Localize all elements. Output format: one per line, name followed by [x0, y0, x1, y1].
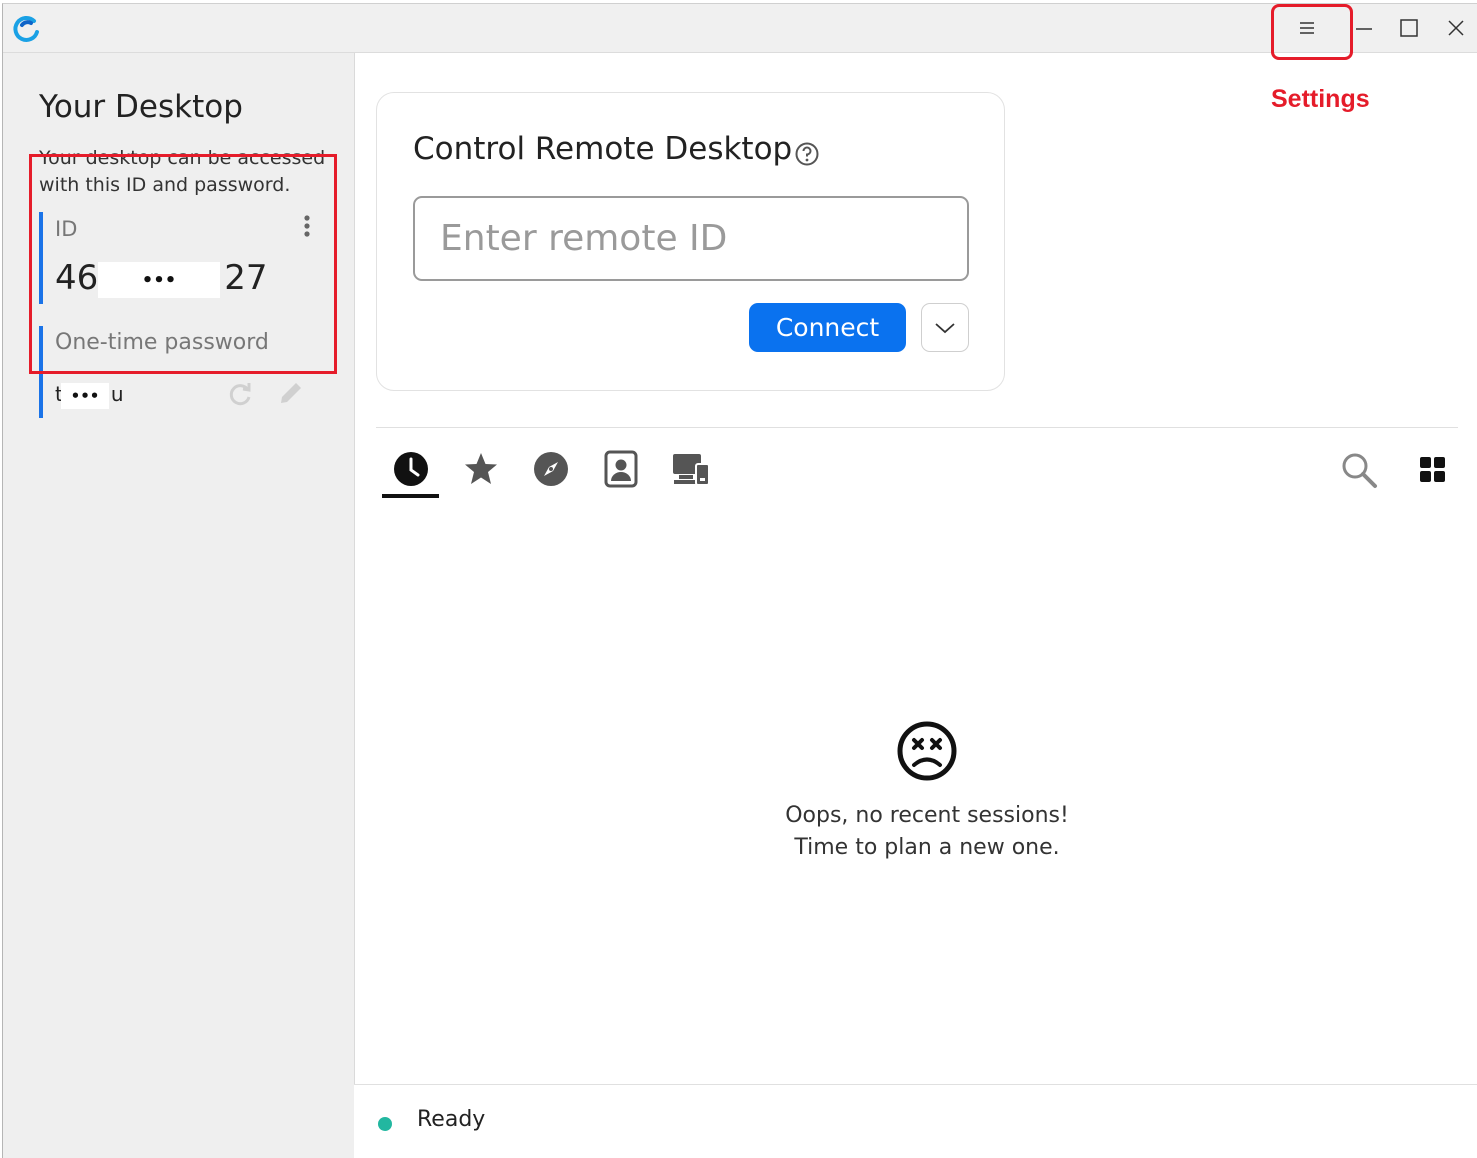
remote-id-input[interactable]	[413, 196, 969, 281]
active-tab-indicator	[382, 494, 439, 498]
help-icon[interactable]	[794, 141, 820, 167]
empty-state-submessage: Time to plan a new one.	[794, 835, 1060, 860]
section-divider	[376, 427, 1458, 428]
clock-icon	[394, 452, 428, 486]
status-text: Ready	[417, 1107, 486, 1132]
grid-view-icon[interactable]	[1419, 456, 1447, 484]
tab-favorites[interactable]	[459, 447, 503, 491]
chevron-down-icon	[935, 322, 955, 333]
connect-options-dropdown[interactable]	[921, 303, 969, 352]
address-book-icon	[604, 450, 638, 488]
tab-discovered[interactable]	[529, 447, 573, 491]
close-icon[interactable]	[1444, 16, 1468, 40]
connect-button[interactable]: Connect	[749, 303, 906, 352]
password-redaction: •••	[61, 383, 109, 409]
maximize-icon[interactable]	[1397, 16, 1421, 40]
title-bar	[3, 4, 1477, 53]
edit-password-icon[interactable]	[275, 377, 307, 409]
minimize-icon[interactable]	[1352, 16, 1376, 40]
devices-icon	[673, 454, 710, 486]
star-icon	[465, 453, 497, 484]
search-icon[interactable]	[1339, 450, 1379, 490]
card-title: Control Remote Desktop	[413, 131, 793, 167]
password-value-end: u	[110, 382, 124, 406]
empty-state-message: Oops, no recent sessions!	[785, 803, 1069, 828]
annotation-highlight-id	[29, 154, 337, 374]
status-indicator-dot	[378, 1117, 392, 1131]
annotation-settings-label: Settings	[1271, 85, 1370, 113]
control-remote-card: Control Remote Desktop Connect	[376, 92, 1005, 391]
rustdesk-logo-icon	[13, 15, 39, 42]
refresh-password-icon[interactable]	[225, 379, 255, 409]
sad-face-icon	[897, 721, 957, 781]
tab-accessible-devices[interactable]	[669, 447, 713, 491]
tab-address-book[interactable]	[599, 447, 643, 491]
compass-icon	[534, 452, 568, 486]
sidebar-title: Your Desktop	[39, 89, 243, 125]
status-bar: Ready	[354, 1084, 1477, 1158]
tab-recent-sessions[interactable]	[389, 447, 433, 491]
annotation-highlight-settings	[1271, 4, 1353, 60]
password-masked-dots: •••	[70, 387, 100, 405]
